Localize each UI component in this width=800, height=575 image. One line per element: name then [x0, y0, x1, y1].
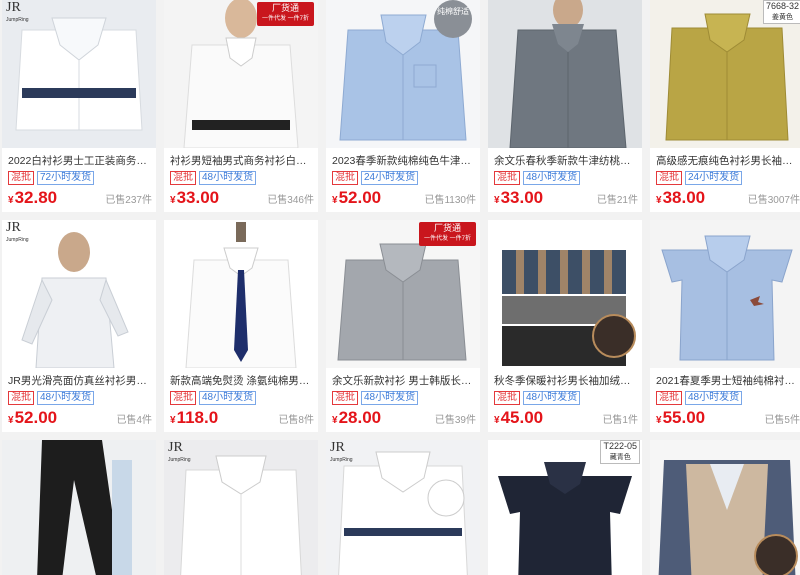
product-card[interactable]: 7668-32 姜黄色 高级感无痕纯色衬衫男长袖修... 混批 24小时发货 ¥38…: [650, 0, 800, 212]
sold-count: 已售5件: [764, 415, 800, 426]
wholesale-tag: 混批: [8, 171, 34, 185]
promo-badge: 纯棉舒适: [434, 0, 472, 38]
product-card[interactable]: 厂货通 一件代发 一件7折 余文乐新款衬衫 男士韩版长袖... 混批 48小时发货 …: [326, 220, 480, 432]
product-card[interactable]: JR JumpRing 2022白衬衫男士工正装商务休... 混批 72小时发货 ¥…: [2, 0, 156, 212]
product-card[interactable]: JR JumpRing: [326, 440, 480, 575]
sold-count: 已售39件: [434, 415, 476, 426]
product-grid: JR JumpRing 2022白衬衫男士工正装商务休... 混批 72小时发货 ¥…: [0, 0, 800, 575]
product-image[interactable]: [488, 0, 642, 148]
product-image[interactable]: JR JumpRing: [326, 440, 480, 575]
product-image[interactable]: T222-05 藏青色: [488, 440, 642, 575]
fleece-lining-badge: [754, 534, 798, 575]
product-image[interactable]: [164, 220, 318, 368]
sold-count: 已售3007件: [747, 195, 800, 206]
brand-logo: JR JumpRing: [168, 440, 191, 464]
product-image[interactable]: JR JumpRing: [2, 0, 156, 148]
shipping-tag: 48小时发货: [199, 391, 257, 405]
price: ¥55.00: [656, 408, 706, 427]
wholesale-tag: 混批: [494, 171, 520, 185]
product-image[interactable]: [650, 440, 800, 575]
shipping-tag: 24小时发货: [361, 171, 419, 185]
sold-count: 已售1件: [602, 415, 638, 426]
wholesale-tag: 混批: [8, 391, 34, 405]
price: ¥38.00: [656, 188, 706, 207]
product-card[interactable]: 2021春夏季男士短袖纯棉衬衫... 混批 48小时发货 ¥55.00 已售5件: [650, 220, 800, 432]
sku-label: 7668-32 姜黄色: [762, 0, 800, 24]
shipping-tag: 48小时发货: [361, 391, 419, 405]
product-card[interactable]: 余文乐春秋季新款牛津纺桃质... 混批 48小时发货 ¥33.00 已售21件: [488, 0, 642, 212]
product-card[interactable]: 纯棉舒适 2023春季新款纯棉纯色牛津纺... 混批 24小时发货 ¥52.00 已…: [326, 0, 480, 212]
product-title[interactable]: 新款高端免熨烫 涤氨纯棉男士...: [164, 368, 318, 388]
wholesale-tag: 混批: [332, 171, 358, 185]
shipping-tag: 72小时发货: [37, 171, 95, 185]
price: ¥33.00: [170, 188, 220, 207]
sold-count: 已售1130件: [424, 195, 476, 206]
price: ¥28.00: [332, 408, 382, 427]
wholesale-tag: 混批: [656, 171, 682, 185]
product-title[interactable]: 2021春夏季男士短袖纯棉衬衫...: [650, 368, 800, 388]
wholesale-tag: 混批: [170, 391, 196, 405]
factory-badge: 厂货通 一件代发 一件7折: [256, 2, 314, 26]
product-image[interactable]: 厂货通 一件代发 一件7折: [326, 220, 480, 368]
wholesale-tag: 混批: [494, 391, 520, 405]
price: ¥33.00: [494, 188, 544, 207]
brand-logo: JR JumpRing: [6, 0, 29, 24]
shipping-tag: 24小时发货: [685, 171, 743, 185]
sold-count: 已售346件: [267, 195, 314, 206]
factory-badge: 厂货通 一件代发 一件7折: [418, 222, 476, 246]
product-card[interactable]: [650, 440, 800, 575]
product-title[interactable]: 余文乐春秋季新款牛津纺桃质...: [488, 148, 642, 168]
product-title[interactable]: 2022白衬衫男士工正装商务休...: [2, 148, 156, 168]
price: ¥32.80: [8, 188, 58, 207]
price: ¥118.0: [170, 408, 219, 427]
product-card[interactable]: T222-05 藏青色: [488, 440, 642, 575]
shipping-tag: 48小时发货: [685, 391, 743, 405]
sku-label: T222-05 藏青色: [600, 440, 640, 464]
product-image[interactable]: [650, 220, 800, 368]
product-image[interactable]: 纯棉舒适: [326, 0, 480, 148]
shipping-tag: 48小时发货: [37, 391, 95, 405]
brand-logo: JR JumpRing: [330, 440, 353, 464]
sold-count: 已售4件: [116, 415, 152, 426]
product-title[interactable]: 秋冬季保暖衬衫男长袖加绒加...: [488, 368, 642, 388]
product-card[interactable]: [2, 440, 156, 575]
product-card[interactable]: 秋冬季保暖衬衫男长袖加绒加... 混批 48小时发货 ¥45.00 已售1件: [488, 220, 642, 432]
shipping-tag: 48小时发货: [523, 391, 581, 405]
price: ¥52.00: [8, 408, 58, 427]
product-image[interactable]: JR JumpRing: [2, 220, 156, 368]
sold-count: 已售8件: [278, 415, 314, 426]
shipping-tag: 48小时发货: [523, 171, 581, 185]
product-title[interactable]: 衬衫男短袖男式商务衬衫白色...: [164, 148, 318, 168]
sold-count: 已售21件: [596, 195, 638, 206]
wholesale-tag: 混批: [332, 391, 358, 405]
product-title[interactable]: 高级感无痕纯色衬衫男长袖修...: [650, 148, 800, 168]
product-image[interactable]: 7668-32 姜黄色: [650, 0, 800, 148]
product-image[interactable]: [488, 220, 642, 368]
wholesale-tag: 混批: [656, 391, 682, 405]
product-image[interactable]: 厂货通 一件代发 一件7折: [164, 0, 318, 148]
sold-count: 已售237件: [105, 195, 152, 206]
product-image[interactable]: [2, 440, 156, 575]
product-title[interactable]: 2023春季新款纯棉纯色牛津纺...: [326, 148, 480, 168]
product-image[interactable]: JR JumpRing: [164, 440, 318, 575]
product-card[interactable]: 厂货通 一件代发 一件7折 衬衫男短袖男式商务衬衫白色... 混批 48小时发货 ¥…: [164, 0, 318, 212]
fleece-lining-badge: [592, 314, 636, 358]
price: ¥52.00: [332, 188, 382, 207]
wholesale-tag: 混批: [170, 171, 196, 185]
brand-logo: JR JumpRing: [6, 220, 29, 244]
product-title[interactable]: JR男光滑亮面仿真丝衬衫男长...: [2, 368, 156, 388]
product-card[interactable]: JR JumpRing JR男光滑亮面仿真丝衬衫男长... 混批 48小时发货 ¥5…: [2, 220, 156, 432]
price: ¥45.00: [494, 408, 544, 427]
product-card[interactable]: 新款高端免熨烫 涤氨纯棉男士... 混批 48小时发货 ¥118.0 已售8件: [164, 220, 318, 432]
product-card[interactable]: JR JumpRing: [164, 440, 318, 575]
product-title[interactable]: 余文乐新款衬衫 男士韩版长袖...: [326, 368, 480, 388]
shipping-tag: 48小时发货: [199, 171, 257, 185]
